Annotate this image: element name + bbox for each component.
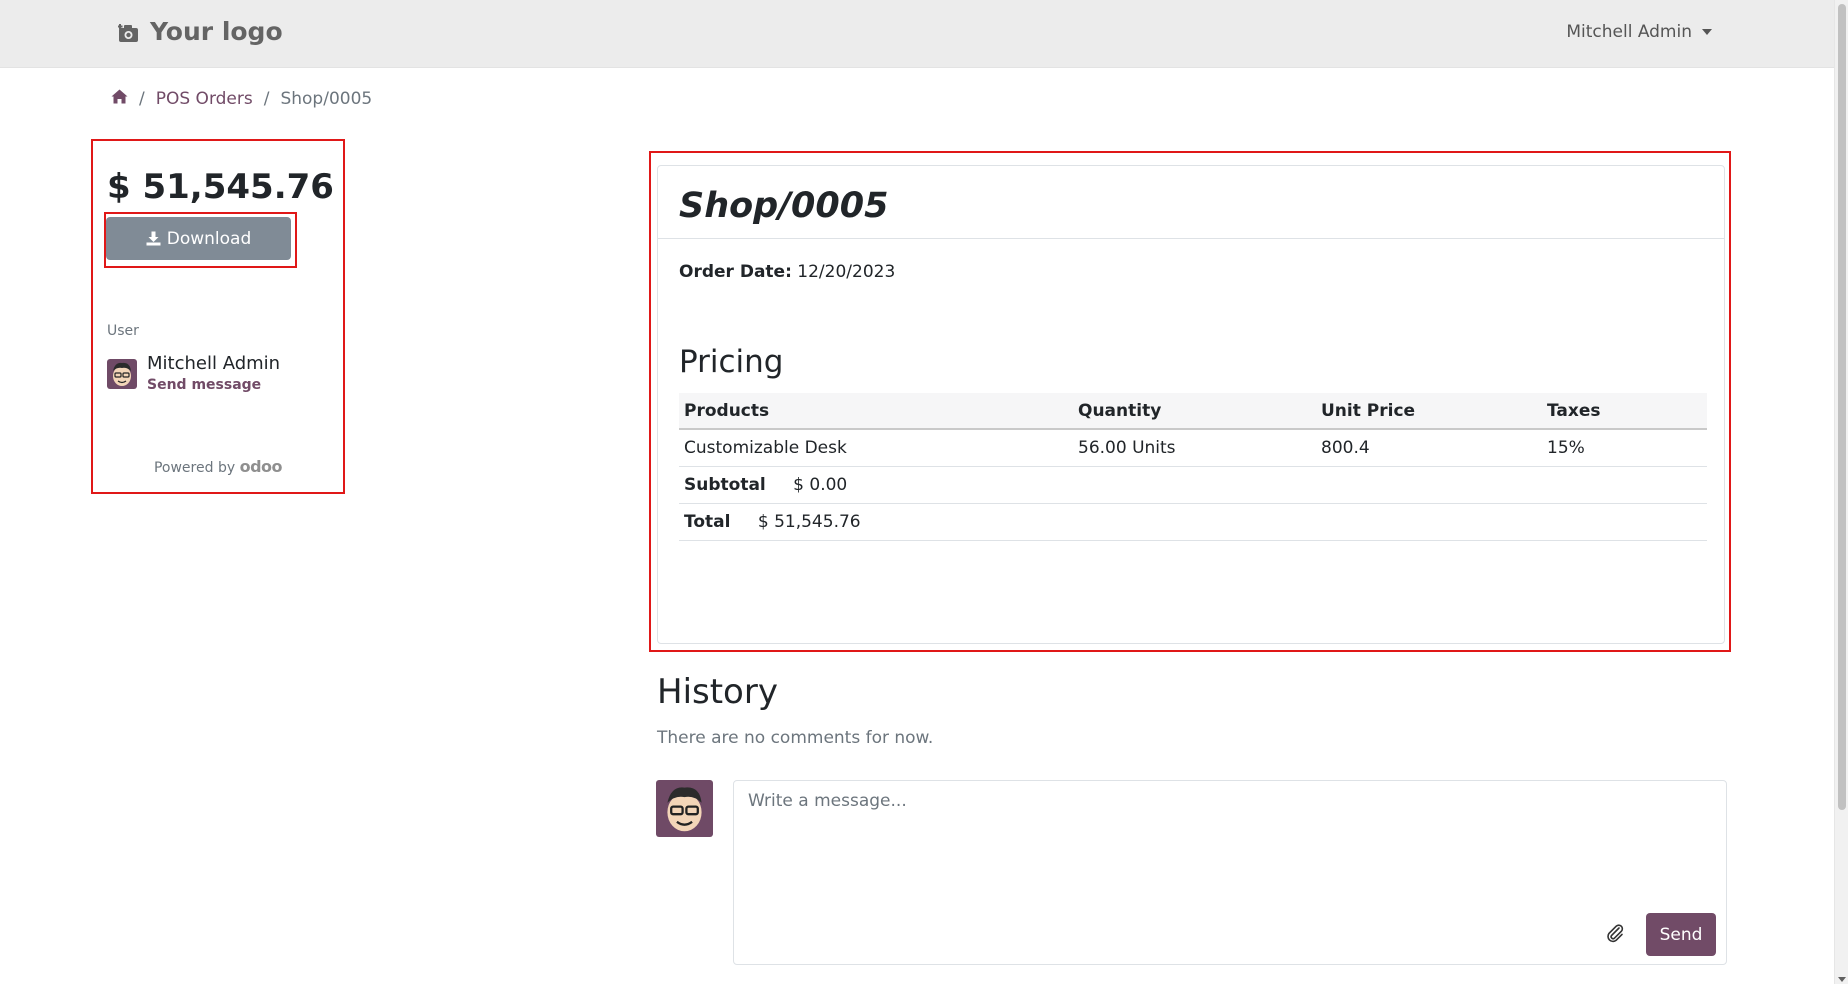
avatar <box>656 780 713 837</box>
breadcrumb-home[interactable] <box>111 89 128 109</box>
scroll-down-arrow-icon[interactable] <box>1838 977 1846 982</box>
download-button[interactable]: Download <box>106 217 291 260</box>
subtotal-row: Subtotal $ 0.00 <box>679 466 1707 504</box>
line-quantity: 56.00 Units <box>1073 429 1316 467</box>
column-quantity: Quantity <box>1073 393 1316 430</box>
powered-by-label: Powered by <box>153 460 236 476</box>
home-icon <box>111 89 128 104</box>
top-navbar: Your logo Mitchell Admin <box>0 0 1834 68</box>
total-row: Total $ 51,545.76 <box>679 503 1707 541</box>
subtotal-label: Subtotal <box>684 474 766 495</box>
user-menu-dropdown[interactable]: Mitchell Admin <box>1566 22 1712 42</box>
order-lines-table: Products Quantity Unit Price Taxes Custo… <box>679 393 1707 541</box>
send-message-link[interactable]: Send message <box>147 377 280 393</box>
breadcrumb-current: Shop/0005 <box>280 89 373 109</box>
order-title: Shop/0005 <box>679 186 889 226</box>
table-row: Customizable Desk 56.00 Units 800.4 15% <box>679 429 1707 467</box>
breadcrumb-pos-orders[interactable]: POS Orders <box>156 89 253 109</box>
salesperson: Mitchell Admin Send message <box>107 353 280 393</box>
line-product: Customizable Desk <box>679 429 1073 467</box>
breadcrumb-separator: / <box>263 89 270 109</box>
send-button[interactable]: Send <box>1646 913 1716 956</box>
paperclip-icon[interactable] <box>1604 922 1626 944</box>
download-button-label: Download <box>166 228 252 249</box>
total-label: Total <box>684 511 731 532</box>
order-amount: $ 51,545.76 <box>107 167 334 207</box>
order-card-header: Shop/0005 <box>658 166 1724 239</box>
line-taxes: 15% <box>1542 429 1707 467</box>
scrollbar-thumb[interactable] <box>1838 4 1846 810</box>
logo-text: Your logo <box>150 17 283 46</box>
order-date-value: 12/20/2023 <box>797 262 896 282</box>
order-sidebar: $ 51,545.76 Download User Mitchell Admin… <box>91 139 345 494</box>
breadcrumb-separator: / <box>139 89 145 109</box>
breadcrumb: / POS Orders / Shop/0005 <box>111 89 372 109</box>
order-date-label: Order Date: <box>679 262 792 282</box>
powered-by: Powered by odoo <box>93 457 343 476</box>
subtotal-value: $ 0.00 <box>793 474 848 495</box>
column-taxes: Taxes <box>1542 393 1707 430</box>
order-card: Shop/0005 Order Date: 12/20/2023 Pricing… <box>657 165 1725 644</box>
line-unit-price: 800.4 <box>1316 429 1542 467</box>
order-date: Order Date: 12/20/2023 <box>679 262 895 282</box>
column-unit-price: Unit Price <box>1316 393 1542 430</box>
message-composer: Send <box>733 780 1727 965</box>
salesperson-name: Mitchell Admin <box>147 353 281 374</box>
user-section-label: User <box>107 323 139 339</box>
camera-icon <box>117 21 140 43</box>
total-value: $ 51,545.76 <box>757 511 861 532</box>
table-header-row: Products Quantity Unit Price Taxes <box>679 393 1707 430</box>
user-menu-name: Mitchell Admin <box>1566 22 1692 42</box>
odoo-logo[interactable]: odoo <box>240 457 283 476</box>
message-input[interactable] <box>734 781 1726 901</box>
caret-down-icon <box>1702 29 1712 35</box>
column-products: Products <box>679 393 1073 430</box>
history-empty-text: There are no comments for now. <box>657 728 934 748</box>
avatar <box>107 359 137 389</box>
page-scrollbar[interactable] <box>1834 0 1848 984</box>
download-icon <box>146 231 161 246</box>
logo[interactable]: Your logo <box>117 17 283 46</box>
pricing-title: Pricing <box>679 344 784 380</box>
history-title: History <box>657 672 778 712</box>
